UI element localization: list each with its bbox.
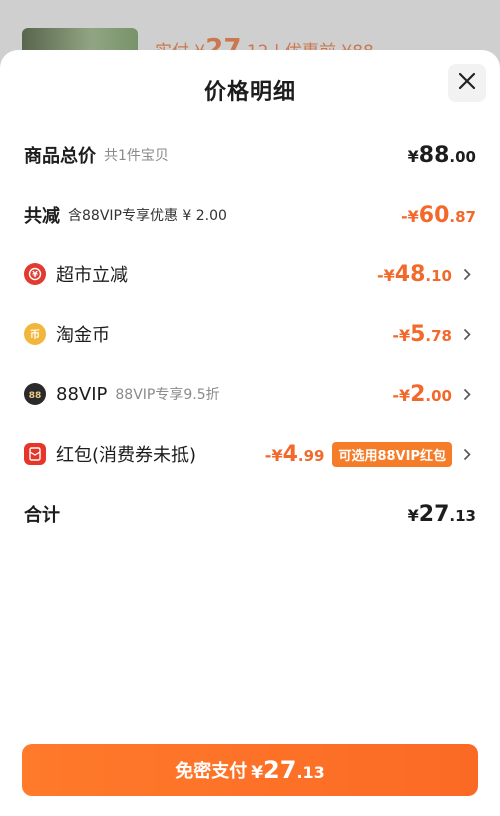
row-total-reduction: 共减 含88VIP专享优惠 ¥ 2.00 -¥ 60.87 (24, 195, 476, 235)
goods-total-amount: ¥88.00 (408, 143, 476, 168)
amount-int: 5 (410, 321, 426, 347)
price-detail-sheet: 价格明细 商品总价 共1件宝贝 ¥88.00 共减 含88VIP专享优惠 ¥ 2… (0, 50, 500, 816)
pay-button-amount: ¥27.13 (247, 756, 325, 784)
currency-symbol: ¥ (251, 763, 264, 783)
supermarket-label: 超市立减 (56, 265, 128, 286)
red-packet-amount: -¥ 4.99 (265, 442, 325, 467)
reduction-detail: 含88VIP专享优惠 ¥ 2.00 (68, 208, 227, 224)
amount-dec: .87 (449, 207, 476, 226)
row-red-packet[interactable]: 红包(消费券未抵) -¥ 4.99 可选用88VIP红包 (24, 434, 476, 474)
currency-symbol: -¥ (392, 325, 411, 345)
reduction-label: 共减 (24, 206, 60, 227)
red-packet-label: 红包(消费券未抵) (56, 445, 197, 466)
coin-amount: -¥ 5.78 (392, 322, 452, 347)
sum-label: 合计 (24, 505, 60, 526)
supermarket-icon: ¥ (24, 263, 46, 285)
svg-text:币: 币 (30, 329, 40, 341)
vip-icon: 88 (24, 383, 46, 405)
row-supermarket-discount[interactable]: ¥ 超市立减 -¥ 48.10 (24, 254, 476, 294)
svg-text:¥: ¥ (32, 270, 38, 279)
currency-symbol: -¥ (392, 385, 411, 405)
vip-label: 88VIP (56, 383, 108, 405)
row-sum: 合计 ¥27.13 (24, 494, 476, 534)
sum-amount: ¥27.13 (408, 502, 476, 527)
chevron-right-icon (458, 385, 476, 403)
amount-dec: .99 (297, 446, 325, 465)
amount-int: 88 (418, 142, 450, 168)
amount-int: 4 (282, 441, 298, 467)
row-taojinbi[interactable]: 币 淘金币 -¥ 5.78 (24, 314, 476, 354)
close-button[interactable] (448, 64, 486, 102)
amount-dec: .00 (449, 147, 476, 166)
amount-int: 60 (418, 202, 450, 228)
amount-dec: .13 (296, 763, 325, 782)
chevron-right-icon (458, 445, 476, 463)
vip-amount: -¥ 2.00 (392, 382, 452, 407)
supermarket-amount: -¥ 48.10 (377, 262, 452, 287)
coin-icon: 币 (24, 323, 46, 345)
row-goods-total: 商品总价 共1件宝贝 ¥88.00 (24, 135, 476, 175)
chevron-right-icon (458, 265, 476, 283)
currency-symbol: -¥ (377, 265, 395, 285)
amount-dec: .13 (449, 506, 476, 525)
chevron-right-icon (458, 325, 476, 343)
amount-int: 48 (394, 261, 426, 287)
svg-text:88: 88 (29, 391, 42, 401)
currency-symbol: ¥ (407, 146, 419, 166)
amount-dec: .00 (425, 386, 452, 405)
amount-dec: .10 (425, 266, 452, 285)
red-packet-tag[interactable]: 可选用88VIP红包 (332, 441, 452, 467)
row-88vip[interactable]: 88 88VIP 88VIP专享9.5折 -¥ 2.00 (24, 374, 476, 414)
currency-symbol: -¥ (264, 445, 283, 465)
pay-button-label: 免密支付 (175, 761, 248, 782)
amount-int: 2 (410, 381, 426, 407)
reduction-amount: -¥ 60.87 (401, 203, 476, 228)
goods-total-label: 商品总价 (24, 146, 96, 167)
currency-symbol: -¥ (401, 206, 419, 226)
amount-dec: .78 (425, 326, 452, 345)
amount-int: 27 (263, 756, 297, 784)
close-icon (458, 72, 476, 94)
red-packet-icon (24, 443, 46, 465)
sheet-title: 价格明细 (203, 80, 296, 105)
vip-detail: 88VIP专享9.5折 (115, 387, 220, 403)
goods-count: 共1件宝贝 (104, 148, 169, 164)
currency-symbol: ¥ (407, 505, 419, 525)
coin-label: 淘金币 (56, 325, 110, 346)
password-free-pay-button[interactable]: 免密支付 ¥27.13 (22, 744, 478, 796)
amount-int: 27 (418, 501, 450, 527)
